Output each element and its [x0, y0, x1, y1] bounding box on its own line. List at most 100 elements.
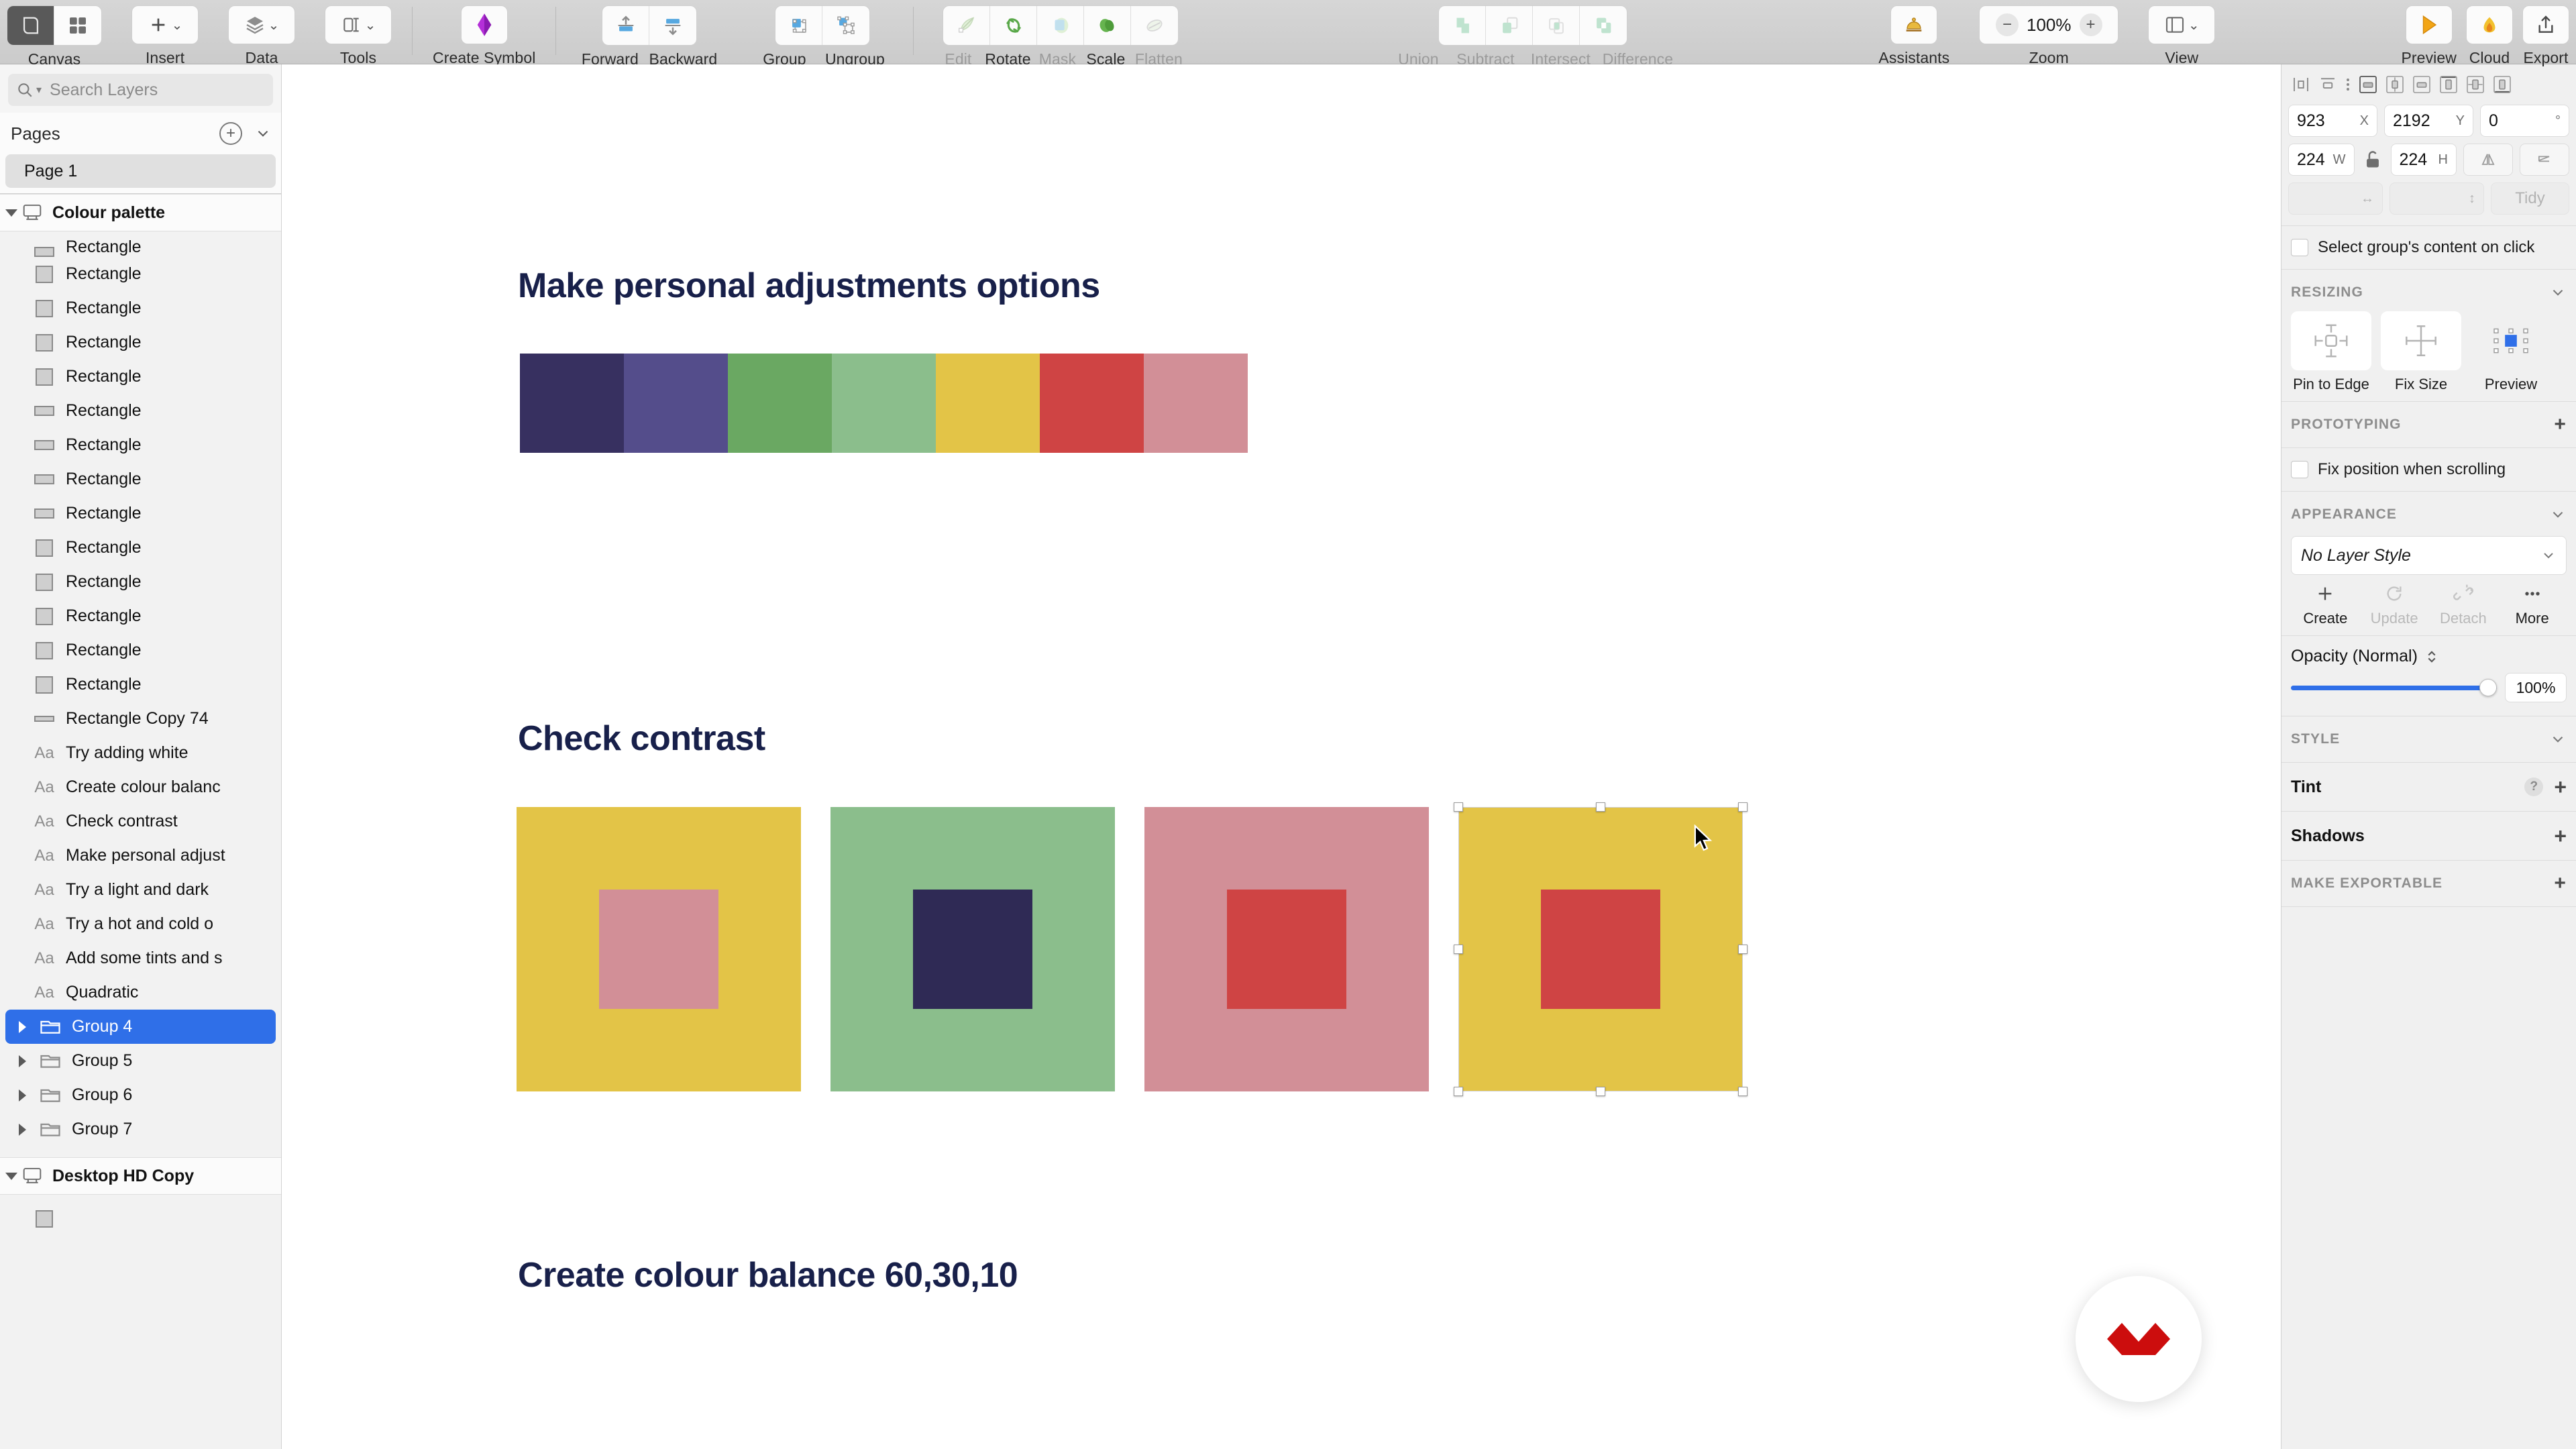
grouping-segmented-control[interactable] — [775, 5, 871, 46]
create-style-button[interactable]: Create — [2291, 583, 2360, 627]
edit-vector-icon[interactable] — [943, 6, 991, 45]
palette-swatch[interactable] — [832, 354, 936, 453]
layer-row[interactable]: Aa Make personal adjust — [5, 839, 276, 873]
flatten-icon[interactable] — [1131, 6, 1178, 45]
scale-icon[interactable] — [1084, 6, 1132, 45]
palette-swatch[interactable] — [728, 354, 832, 453]
contrast-card-inner[interactable] — [1227, 890, 1346, 1009]
opacity-slider[interactable] — [2291, 679, 2497, 696]
search-input[interactable]: ▾ Search Layers — [8, 74, 273, 106]
artboard-row-desktop-hd-copy[interactable]: Desktop HD Copy — [0, 1157, 281, 1195]
help-icon[interactable]: ? — [2524, 777, 2544, 796]
data-button[interactable]: ⌄ — [228, 5, 295, 44]
layer-row[interactable]: Aa Quadratic — [5, 975, 276, 1010]
align-distribute-icon[interactable] — [2316, 73, 2339, 96]
align-vertical-center-icon[interactable] — [2383, 73, 2406, 96]
grid-icon[interactable] — [54, 6, 101, 45]
layer-row-group-4[interactable]: Group 4 — [5, 1010, 276, 1044]
artboard-row-colour-palette[interactable]: Colour palette — [0, 194, 281, 231]
palette-swatch[interactable] — [1144, 354, 1248, 453]
ungroup-icon[interactable] — [822, 6, 869, 45]
disclosure-triangle-down-icon[interactable] — [5, 209, 17, 217]
export-button[interactable] — [2522, 5, 2569, 44]
layer-row[interactable]: Rectangle — [5, 394, 276, 428]
palette-swatch[interactable] — [1040, 354, 1144, 453]
union-icon[interactable] — [1439, 6, 1487, 45]
flip-horizontal-button[interactable] — [2463, 144, 2513, 176]
create-symbol-button[interactable] — [460, 5, 508, 44]
add-tint-button[interactable]: + — [2554, 776, 2567, 798]
add-prototyping-link-button[interactable]: + — [2554, 415, 2567, 435]
fix-position-checkbox[interactable] — [2291, 461, 2308, 478]
pages-collapse-chevron-icon[interactable] — [254, 125, 272, 142]
assistants-button[interactable] — [1890, 5, 1938, 44]
lock-aspect-ratio-icon[interactable] — [2361, 150, 2384, 169]
resize-option-fix-size[interactable]: Fix Size — [2381, 311, 2461, 393]
boolean-segmented-control[interactable] — [1438, 5, 1628, 46]
resize-handle-bottom-right[interactable] — [1738, 1087, 1748, 1096]
layer-row[interactable]: Aa Try a hot and cold o — [5, 907, 276, 941]
contrast-card-3[interactable] — [1144, 807, 1429, 1091]
select-group-content-row[interactable]: Select group's content on click — [2282, 230, 2576, 265]
layers-list[interactable]: Colour palette Rectangle Rectangle Recta… — [0, 194, 281, 1449]
layer-row[interactable]: Rectangle — [5, 325, 276, 360]
tidy-button[interactable]: Tidy — [2491, 182, 2569, 215]
move-forward-icon[interactable] — [602, 6, 650, 45]
layer-row[interactable]: Aa Add some tints and s — [5, 941, 276, 975]
palette-swatch[interactable] — [624, 354, 728, 453]
rotate-icon[interactable] — [990, 6, 1038, 45]
resize-handle-top-center[interactable] — [1596, 802, 1605, 812]
layer-row[interactable] — [5, 1201, 276, 1236]
resize-handle-middle-left[interactable] — [1454, 945, 1463, 954]
align-right-edge-icon[interactable] — [2491, 73, 2514, 96]
layer-row[interactable]: Rectangle — [5, 531, 276, 565]
blend-mode-stepper-icon[interactable] — [2424, 648, 2439, 665]
chevron-down-icon[interactable] — [2549, 506, 2567, 523]
layer-row[interactable]: Rectangle — [5, 599, 276, 633]
height-input[interactable]: 224 H — [2390, 144, 2457, 176]
add-shadow-button[interactable]: + — [2554, 825, 2567, 847]
preview-button[interactable] — [2405, 5, 2453, 44]
disclosure-triangle-right-icon[interactable] — [19, 1089, 26, 1102]
layer-row[interactable]: Rectangle — [5, 667, 276, 702]
opacity-slider-knob[interactable] — [2479, 679, 2497, 696]
insert-button[interactable]: ⌄ — [131, 5, 199, 44]
mask-icon[interactable] — [1037, 6, 1085, 45]
fix-position-row[interactable]: Fix position when scrolling — [2282, 452, 2576, 487]
layer-row-group-7[interactable]: Group 7 — [5, 1112, 276, 1146]
paths-segmented-control[interactable] — [943, 5, 1179, 46]
search-scope-chevron-icon[interactable]: ▾ — [36, 83, 42, 97]
canvas-segmented-control[interactable] — [7, 5, 102, 46]
layer-row[interactable]: Aa Try a light and dark — [5, 873, 276, 907]
resize-handle-bottom-left[interactable] — [1454, 1087, 1463, 1096]
palette-swatch[interactable] — [936, 354, 1040, 453]
style-section-header[interactable]: STYLE — [2282, 720, 2576, 758]
layer-style-select[interactable]: No Layer Style — [2291, 536, 2567, 575]
align-horizontal-center-icon[interactable] — [2464, 73, 2487, 96]
group-icon[interactable] — [775, 6, 823, 45]
zoom-out-button[interactable]: − — [1996, 13, 2019, 36]
artboard-icon[interactable] — [7, 6, 54, 45]
chevron-down-icon[interactable] — [2549, 284, 2567, 301]
layer-row-group-5[interactable]: Group 5 — [5, 1044, 276, 1078]
resize-handle-bottom-center[interactable] — [1596, 1087, 1605, 1096]
distribute-horizontal-input[interactable]: ↔ — [2288, 182, 2383, 215]
width-input[interactable]: 224 W — [2288, 144, 2355, 176]
layer-row[interactable]: Rectangle — [5, 633, 276, 667]
layer-row[interactable]: Rectangle — [5, 257, 276, 291]
add-page-button[interactable]: + — [219, 122, 242, 145]
y-position-input[interactable]: 2192 Y — [2384, 105, 2473, 137]
contrast-card-2[interactable] — [830, 807, 1115, 1091]
disclosure-triangle-down-icon[interactable] — [5, 1172, 17, 1180]
disclosure-triangle-right-icon[interactable] — [19, 1020, 26, 1033]
more-style-button[interactable]: More — [2498, 583, 2567, 627]
align-left-edge-icon[interactable] — [2437, 73, 2460, 96]
layer-row[interactable]: Rectangle — [5, 496, 276, 531]
align-bottom-icon[interactable] — [2410, 73, 2433, 96]
view-button[interactable]: ⌄ — [2148, 5, 2216, 44]
layer-row[interactable]: Rectangle — [5, 462, 276, 496]
resize-option-pin-to-edge[interactable]: Pin to Edge — [2291, 311, 2371, 393]
arrange-segmented-control[interactable] — [602, 5, 698, 46]
rotation-input[interactable]: 0 ° — [2480, 105, 2569, 137]
intersect-icon[interactable] — [1533, 6, 1580, 45]
